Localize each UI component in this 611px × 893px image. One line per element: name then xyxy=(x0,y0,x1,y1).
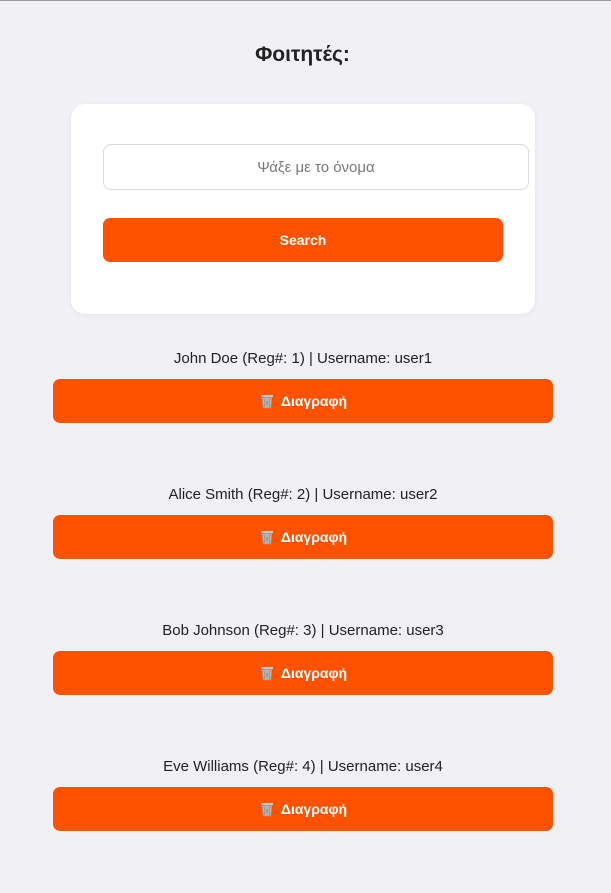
trash-icon xyxy=(260,667,273,681)
student-info: Bob Johnson (Reg#: 3) | Username: user3 xyxy=(162,622,444,639)
list-item: Alice Smith (Reg#: 2) | Username: user2 … xyxy=(53,485,553,621)
search-card: Search xyxy=(71,104,535,314)
list-item: Bob Johnson (Reg#: 3) | Username: user3 … xyxy=(53,621,553,757)
search-input[interactable] xyxy=(103,144,529,190)
delete-button[interactable]: Διαγραφή xyxy=(53,515,553,559)
list-item: Eve Williams (Reg#: 4) | Username: user4… xyxy=(53,757,553,893)
search-button[interactable]: Search xyxy=(103,218,503,262)
delete-button-label: Διαγραφή xyxy=(280,801,348,817)
delete-button[interactable]: Διαγραφή xyxy=(53,379,553,423)
page-title: Φοιτητές: xyxy=(255,43,350,66)
trash-icon xyxy=(260,395,273,409)
delete-button-label: Διαγραφή xyxy=(280,665,348,681)
trash-icon xyxy=(260,803,273,817)
student-info: John Doe (Reg#: 1) | Username: user1 xyxy=(173,350,433,367)
list-item: John Doe (Reg#: 1) | Username: user1 Δια… xyxy=(53,349,553,485)
delete-button[interactable]: Διαγραφή xyxy=(53,651,553,695)
student-info: Alice Smith (Reg#: 2) | Username: user2 xyxy=(168,486,438,503)
delete-button-label: Διαγραφή xyxy=(280,393,348,409)
delete-button[interactable]: Διαγραφή xyxy=(53,787,553,831)
trash-icon xyxy=(260,531,273,545)
delete-button-label: Διαγραφή xyxy=(280,529,348,545)
student-info: Eve Williams (Reg#: 4) | Username: user4 xyxy=(163,758,443,775)
student-list: John Doe (Reg#: 1) | Username: user1 Δια… xyxy=(53,349,553,893)
